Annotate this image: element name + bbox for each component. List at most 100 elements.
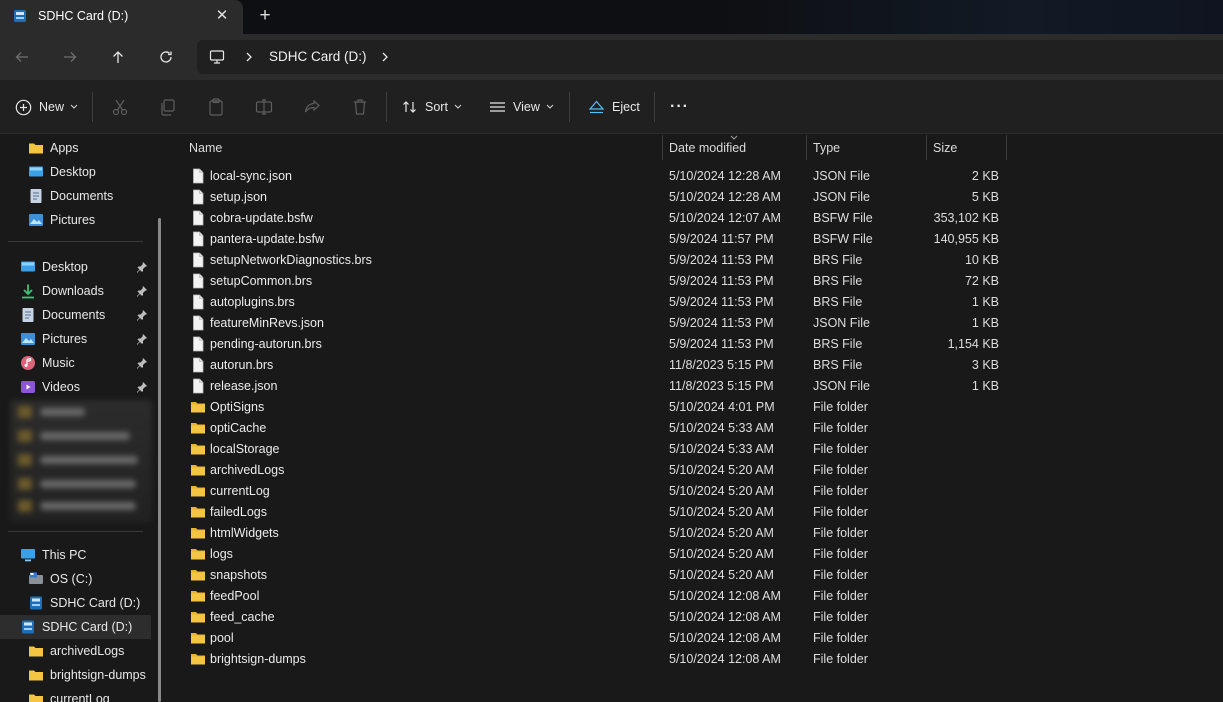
column-header-name[interactable]: Name <box>189 141 222 166</box>
chevron-right-icon[interactable] <box>379 50 391 64</box>
file-type: File folder <box>813 463 868 477</box>
pictures-icon <box>21 333 35 345</box>
file-date-modified: 5/10/2024 4:01 PM <box>669 400 775 414</box>
tab-sdhc-card[interactable]: SDHC Card (D:) ✕ <box>0 0 243 34</box>
new-button[interactable]: New <box>15 95 78 119</box>
pin-icon[interactable] <box>136 285 148 297</box>
file-row[interactable]: brightsign-dumps 5/10/2024 12:08 AM File f… <box>182 649 1012 670</box>
paste-icon[interactable] <box>206 97 226 117</box>
file-row[interactable]: autorun.brs 11/8/2023 5:15 PM BRS File 3 KB <box>182 355 1012 376</box>
column-divider[interactable] <box>662 135 663 160</box>
back-button[interactable] <box>9 44 35 70</box>
file-type: File folder <box>813 505 868 519</box>
file-row[interactable]: feedPool 5/10/2024 12:08 AM File folder <box>182 586 1012 607</box>
sidebar-item-music[interactable]: Music <box>20 351 150 375</box>
folder-icon <box>190 399 206 415</box>
cut-icon[interactable] <box>110 97 130 117</box>
rename-icon[interactable] <box>254 97 274 117</box>
file-row[interactable]: setupCommon.brs 5/9/2024 11:53 PM BRS File… <box>182 271 1012 292</box>
file-row[interactable]: feed_cache 5/10/2024 12:08 AM File folder <box>182 607 1012 628</box>
view-button[interactable]: View <box>489 95 554 119</box>
sort-button[interactable]: Sort <box>402 95 462 119</box>
file-row[interactable]: localStorage 5/10/2024 5:33 AM File folder <box>182 439 1012 460</box>
pin-icon[interactable] <box>136 333 148 345</box>
delete-icon[interactable] <box>350 97 370 117</box>
file-row[interactable]: featureMinRevs.json 5/9/2024 11:53 PM JSON… <box>182 313 1012 334</box>
column-divider[interactable] <box>926 135 927 160</box>
file-row[interactable]: pending-autorun.brs 5/9/2024 11:53 PM BRS … <box>182 334 1012 355</box>
sidebar-scrollbar[interactable] <box>158 218 161 702</box>
file-row[interactable]: archivedLogs 5/10/2024 5:20 AM File folder <box>182 460 1012 481</box>
forward-button[interactable] <box>57 44 83 70</box>
file-name: local-sync.json <box>210 169 292 183</box>
sidebar-item-desktop-sub[interactable]: Desktop <box>28 160 148 184</box>
file-row[interactable]: cobra-update.bsfw 5/10/2024 12:07 AM BSFW … <box>182 208 1012 229</box>
sidebar-item-documents-sub[interactable]: Documents <box>28 184 148 208</box>
sidebar-item-videos[interactable]: Videos <box>20 375 150 399</box>
new-tab-button[interactable]: + <box>256 6 274 25</box>
file-row[interactable]: failedLogs 5/10/2024 5:20 AM File folder <box>182 502 1012 523</box>
file-row[interactable]: currentLog 5/10/2024 5:20 AM File folder <box>182 481 1012 502</box>
pin-icon[interactable] <box>136 381 148 393</box>
close-tab-icon[interactable]: ✕ <box>214 8 230 24</box>
column-header-type[interactable]: Type <box>813 141 840 166</box>
file-row[interactable]: optiCache 5/10/2024 5:33 AM File folder <box>182 418 1012 439</box>
more-options-button[interactable]: ··· <box>670 95 689 119</box>
sidebar-item-sdhc-drive[interactable]: SDHC Card (D:) <box>28 591 150 615</box>
sidebar-item-label: SDHC Card (D:) <box>50 596 141 610</box>
column-header-size[interactable]: Size <box>933 141 957 166</box>
pin-icon[interactable] <box>136 309 148 321</box>
sidebar-item-desktop[interactable]: Desktop <box>20 255 150 279</box>
file-list: Name Date modified Type Size local-sync.… <box>172 135 1223 702</box>
file-date-modified: 5/10/2024 5:20 AM <box>669 547 774 561</box>
sidebar-item-sdhc-card-selected[interactable]: SDHC Card (D:) <box>0 615 151 639</box>
file-name: release.json <box>210 379 278 393</box>
sidebar-item-brightsign-dumps[interactable]: brightsign-dumps <box>28 663 156 687</box>
file-row[interactable]: setup.json 5/10/2024 12:28 AM JSON File 5 K… <box>182 187 1012 208</box>
file-type: BRS File <box>813 274 863 288</box>
column-divider[interactable] <box>806 135 807 160</box>
address-bar[interactable]: SDHC Card (D:) <box>197 40 1223 74</box>
file-date-modified: 5/10/2024 12:28 AM <box>669 169 781 183</box>
share-icon[interactable] <box>302 97 322 117</box>
sidebar-item-archivedlogs[interactable]: archivedLogs <box>28 639 150 663</box>
file-type: JSON File <box>813 169 870 183</box>
file-row[interactable]: local-sync.json 5/10/2024 12:28 AM JSON Fi… <box>182 166 1012 187</box>
file-type: File folder <box>813 547 868 561</box>
sidebar-item-downloads[interactable]: Downloads <box>20 279 150 303</box>
file-row[interactable]: pool 5/10/2024 12:08 AM File folder <box>182 628 1012 649</box>
sidebar-item-label: archivedLogs <box>50 644 125 658</box>
file-type: JSON File <box>813 379 870 393</box>
file-row[interactable]: autoplugins.brs 5/9/2024 11:53 PM BRS File… <box>182 292 1012 313</box>
breadcrumb-sdhc-card[interactable]: SDHC Card (D:) <box>269 49 367 64</box>
sidebar-item-pictures-sub[interactable]: Pictures <box>28 208 148 232</box>
file-row[interactable]: pantera-update.bsfw 5/9/2024 11:57 PM BSFW… <box>182 229 1012 250</box>
sidebar-item-apps[interactable]: Apps <box>28 136 148 160</box>
copy-icon[interactable] <box>158 97 178 117</box>
file-row[interactable]: snapshots 5/10/2024 5:20 AM File folder <box>182 565 1012 586</box>
sidebar-item-this-pc[interactable]: This PC <box>20 543 150 567</box>
eject-button[interactable]: Eject <box>588 95 640 119</box>
file-row[interactable]: logs 5/10/2024 5:20 AM File folder <box>182 544 1012 565</box>
sidebar-item-documents[interactable]: Documents <box>20 303 150 327</box>
sidebar-item-currentlog[interactable]: currentLog <box>28 687 150 702</box>
pin-icon[interactable] <box>136 357 148 369</box>
file-row[interactable]: OptiSigns 5/10/2024 4:01 PM File folder <box>182 397 1012 418</box>
refresh-button[interactable] <box>153 44 179 70</box>
file-row[interactable]: setupNetworkDiagnostics.brs 5/9/2024 11:5… <box>182 250 1012 271</box>
column-header-date[interactable]: Date modified <box>669 141 746 166</box>
pin-icon[interactable] <box>136 261 148 273</box>
file-row[interactable]: htmlWidgets 5/10/2024 5:20 AM File folder <box>182 523 1012 544</box>
up-button[interactable] <box>105 44 131 70</box>
videos-icon <box>21 381 35 393</box>
documents-icon <box>30 189 42 203</box>
plus-circle-icon <box>15 99 32 115</box>
file-icon <box>190 315 206 331</box>
folder-icon <box>190 483 206 499</box>
file-row[interactable]: release.json 11/8/2023 5:15 PM JSON File 1 … <box>182 376 1012 397</box>
sidebar-item-os-c[interactable]: OS (C:) <box>28 567 150 591</box>
sidebar-item-pictures[interactable]: Pictures <box>20 327 150 351</box>
chevron-right-icon[interactable] <box>243 50 255 64</box>
file-name: localStorage <box>210 442 280 456</box>
column-divider[interactable] <box>1006 135 1007 160</box>
